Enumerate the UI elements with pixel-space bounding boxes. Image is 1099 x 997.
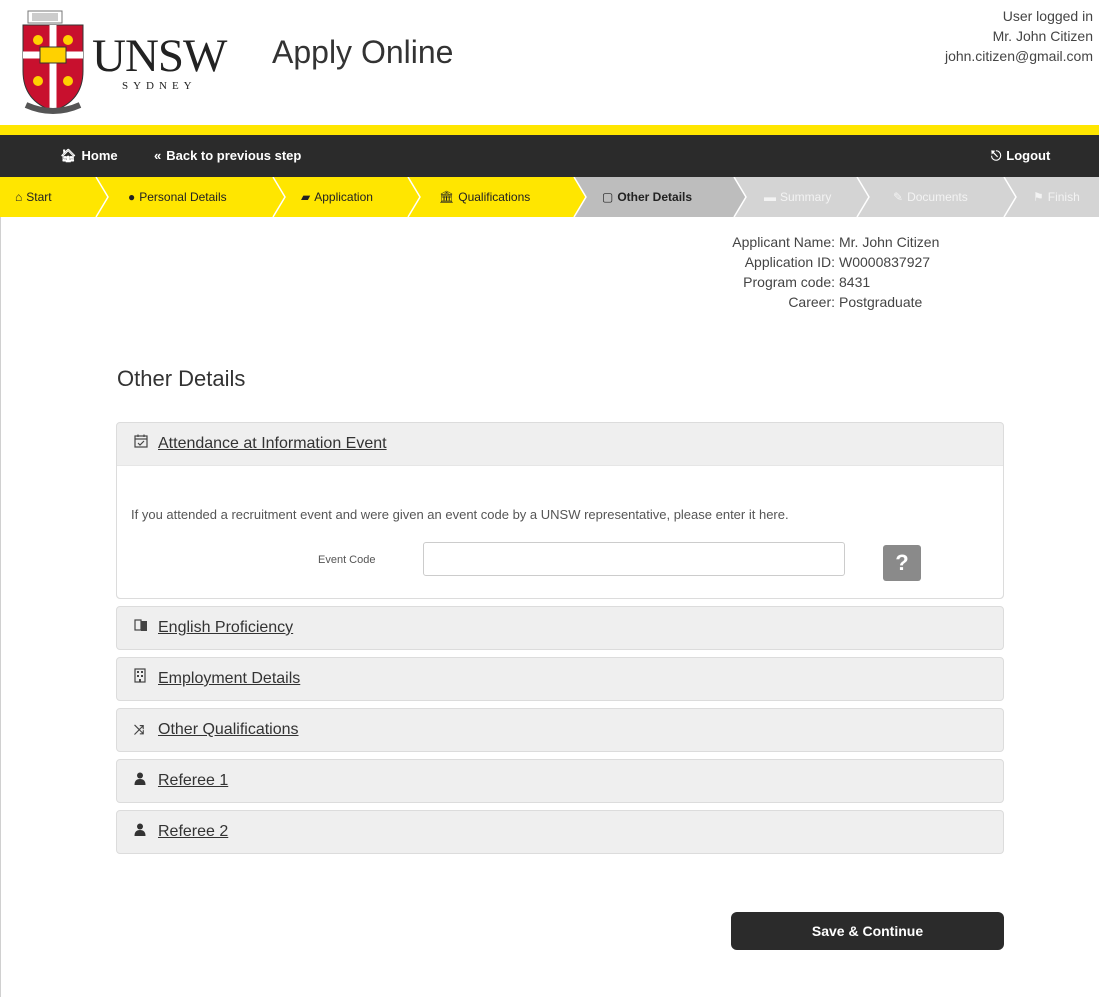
panel-referee-2-title: Referee 2 xyxy=(158,823,229,840)
step-finish[interactable]: ⚑ Finish xyxy=(1033,177,1080,217)
step-documents[interactable]: ✎ Documents xyxy=(893,177,968,217)
language-icon xyxy=(134,607,148,649)
panel-other-qualifications: ⤨ Other Qualifications xyxy=(116,708,1004,752)
calendar-check-icon xyxy=(134,423,148,465)
step-application[interactable]: ▰ Application xyxy=(301,177,373,217)
flag-icon: ⚑ xyxy=(1033,190,1044,204)
user-icon xyxy=(134,811,148,853)
back-link[interactable]: « Back to previous step xyxy=(154,135,301,177)
book-icon: ▰ xyxy=(301,190,311,204)
step-other-details[interactable]: ▢ Other Details xyxy=(602,177,692,217)
application-id: W0000837927 xyxy=(839,254,931,270)
panel-employment-details: Employment Details xyxy=(116,657,1004,701)
panel-referee-2-header[interactable]: Referee 2 xyxy=(117,811,1003,853)
logout-link[interactable]: ⎋ Logout xyxy=(991,135,1050,177)
random-icon: ⤨ xyxy=(134,722,145,737)
top-navbar: 🏠︎ Home « Back to previous step ⎋ Logout xyxy=(0,135,1099,178)
brand-strip xyxy=(0,125,1099,135)
panel-attendance-event-title: Attendance at Information Event xyxy=(158,435,387,452)
sign-out-icon: ⎋ xyxy=(991,148,1002,163)
panel-english-proficiency-header[interactable]: English Proficiency xyxy=(117,607,1003,649)
panel-referee-2: Referee 2 xyxy=(116,810,1004,854)
panel-other-qualifications-title: Other Qualifications xyxy=(158,721,299,738)
panel-attendance-event-body: If you attended a recruitment event and … xyxy=(117,465,1003,598)
list-icon: ▬ xyxy=(764,190,776,204)
career-label: Career: xyxy=(788,294,835,310)
home-link[interactable]: 🏠︎ Home xyxy=(60,135,118,177)
event-code-label: Event Code xyxy=(318,554,376,566)
user-info: User logged in Mr. John Citizen john.cit… xyxy=(945,6,1093,66)
home-label: Home xyxy=(81,148,118,163)
panel-attendance-event-header[interactable]: Attendance at Information Event xyxy=(117,423,1003,465)
step-other-details-label: Other Details xyxy=(617,190,693,204)
page-title: Other Details xyxy=(117,366,246,391)
step-qualifications-label: Qualifications xyxy=(458,190,531,204)
step-start-label: Start xyxy=(26,190,52,204)
unsw-logo-subtext: SYDNEY xyxy=(122,80,197,92)
user-name: Mr. John Citizen xyxy=(992,28,1093,44)
step-application-label: Application xyxy=(314,190,373,204)
panel-english-proficiency-title: English Proficiency xyxy=(158,619,294,636)
step-personal-details[interactable]: ● Personal Details xyxy=(128,177,227,217)
career: Postgraduate xyxy=(839,294,923,310)
user-icon xyxy=(134,760,148,802)
step-personal-details-label: Personal Details xyxy=(139,190,227,204)
bank-icon: 🏛︎ xyxy=(439,190,455,204)
step-summary-label: Summary xyxy=(780,190,832,204)
back-label: Back to previous step xyxy=(166,148,302,163)
user-status: User logged in xyxy=(1002,8,1093,24)
paperclip-icon: ✎ xyxy=(893,190,904,204)
site-header: UNSW SYDNEY Apply Online User logged in … xyxy=(0,0,1099,125)
unsw-logo-text: UNSW xyxy=(92,30,227,82)
home-icon: 🏠︎ xyxy=(60,148,77,163)
progress-steps: ⌂ Start ● Personal Details ▰ Application 🏛︎… xyxy=(0,177,1099,217)
step-summary[interactable]: ▬ Summary xyxy=(764,177,831,217)
panel-referee-1: Referee 1 xyxy=(116,759,1004,803)
panel-other-qualifications-header[interactable]: ⤨ Other Qualifications xyxy=(117,709,1003,751)
step-qualifications[interactable]: 🏛︎ Qualifications xyxy=(439,177,530,217)
fast-backward-icon: « xyxy=(154,148,162,163)
applicant-name: Mr. John Citizen xyxy=(839,234,940,250)
unsw-crest-logo xyxy=(22,10,84,114)
event-code-input[interactable] xyxy=(423,542,845,576)
program-code-label: Program code: xyxy=(743,274,835,290)
applicant-name-label: Applicant Name: xyxy=(732,234,835,250)
step-finish-label: Finish xyxy=(1047,190,1080,204)
save-continue-button[interactable]: Save & Continue xyxy=(731,912,1004,950)
app-title: Apply Online xyxy=(272,34,454,70)
applicant-info: Applicant Name: Mr. John Citizen Applicat… xyxy=(700,232,939,312)
step-start[interactable]: ⌂ Start xyxy=(15,177,52,217)
panel-english-proficiency: English Proficiency xyxy=(116,606,1004,650)
panel-attendance-event: Attendance at Information Event If you a… xyxy=(116,422,1004,599)
logout-label: Logout xyxy=(1006,148,1051,163)
user-icon: ● xyxy=(128,190,136,204)
application-id-label: Application ID: xyxy=(744,254,835,270)
user-email: john.citizen@gmail.com xyxy=(944,48,1093,64)
help-button[interactable]: ? xyxy=(883,545,921,581)
program-code: 8431 xyxy=(839,274,871,290)
event-description: If you attended a recruitment event and … xyxy=(131,507,789,522)
panel-referee-1-header[interactable]: Referee 1 xyxy=(117,760,1003,802)
home-icon: ⌂ xyxy=(15,190,23,204)
panel-employment-details-title: Employment Details xyxy=(158,670,301,687)
panel-employment-details-header[interactable]: Employment Details xyxy=(117,658,1003,700)
file-icon: ▢ xyxy=(602,190,614,204)
panel-referee-1-title: Referee 1 xyxy=(158,772,229,789)
building-icon xyxy=(134,658,148,700)
step-documents-label: Documents xyxy=(907,190,968,204)
